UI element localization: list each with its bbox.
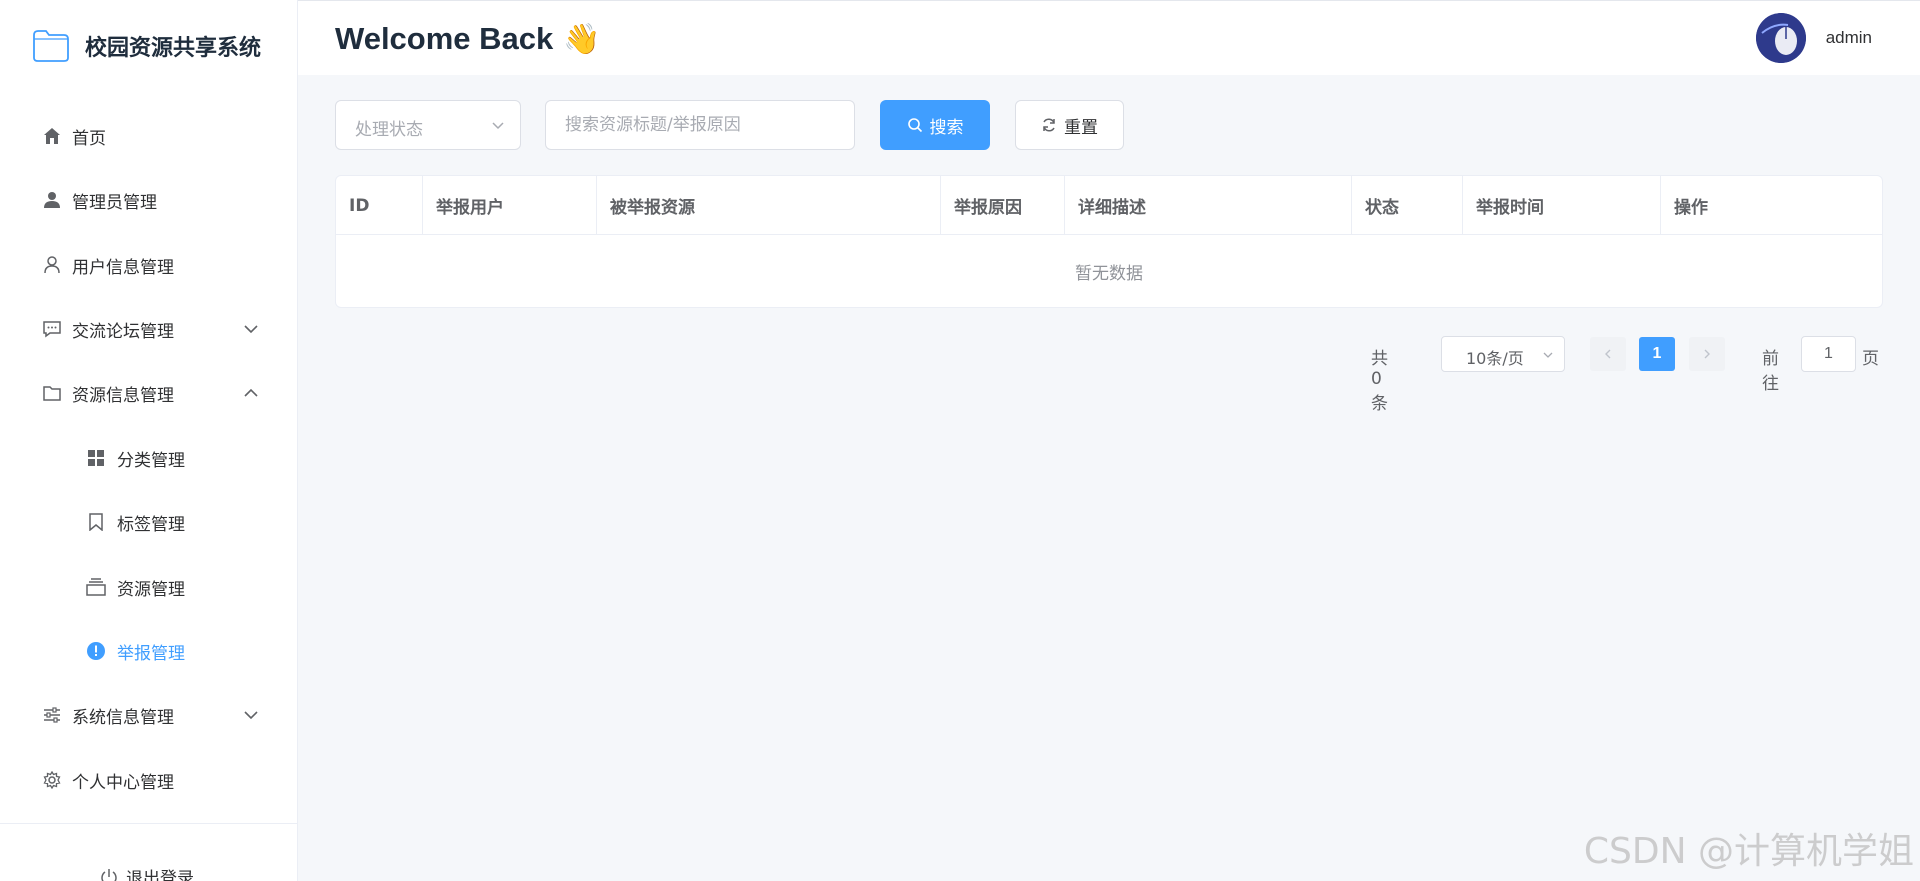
user-menu[interactable]: admin <box>1755 13 1872 63</box>
sidebar: 校园资源共享系统 首页 管理员管理 用户信息管理 交流论坛管理 资源信息管理 分… <box>0 0 298 881</box>
sidebar-item-label: 分类管理 <box>117 450 185 471</box>
sidebar-item-home[interactable]: 首页 <box>0 111 298 161</box>
logout-button[interactable]: 退出登录 <box>100 864 194 881</box>
sidebar-item-label: 管理员管理 <box>72 192 157 213</box>
search-button[interactable]: 搜索 <box>880 100 990 150</box>
page-size-select[interactable]: 10条/页 <box>1441 336 1565 372</box>
column-header-status: 状态 <box>1352 176 1463 235</box>
sidebar-item-admin[interactable]: 管理员管理 <box>0 175 298 225</box>
gear-icon <box>42 770 62 790</box>
search-button-label: 搜索 <box>929 117 964 138</box>
column-header-reason: 举报原因 <box>941 176 1065 235</box>
search-input[interactable] <box>545 100 855 150</box>
brand: 校园资源共享系统 <box>32 26 261 66</box>
next-page-button[interactable] <box>1689 337 1725 371</box>
chevron-right-icon <box>1704 349 1710 359</box>
prev-page-button[interactable] <box>1590 337 1626 371</box>
sidebar-item-resource-manage[interactable]: 资源管理 <box>0 562 298 612</box>
page-size-value: 10条/页 <box>1466 349 1524 368</box>
sidebar-item-resources[interactable]: 资源信息管理 <box>0 368 298 418</box>
folder-logo-icon <box>33 30 69 62</box>
chevron-down-icon <box>244 711 258 720</box>
chevron-down-icon <box>1543 352 1553 358</box>
logout-label: 退出登录 <box>126 869 194 881</box>
sidebar-item-label: 资源信息管理 <box>72 385 174 406</box>
column-header-reporter: 举报用户 <box>423 176 597 235</box>
folder-icon <box>42 383 62 403</box>
avatar[interactable] <box>1755 13 1806 63</box>
warning-icon <box>86 641 106 661</box>
reports-table: ID 举报用户 被举报资源 举报原因 详细描述 状态 举报时间 操作 暂无数据 <box>335 175 1883 308</box>
status-select-placeholder: 处理状态 <box>355 120 423 140</box>
user-icon <box>42 255 62 275</box>
sidebar-item-label: 个人中心管理 <box>72 772 174 793</box>
column-header-actions: 操作 <box>1674 198 1708 218</box>
sliders-icon <box>42 705 62 725</box>
goto-page-input[interactable] <box>1801 336 1856 372</box>
chat-icon <box>42 319 62 339</box>
table-header: ID 举报用户 被举报资源 举报原因 详细描述 状态 举报时间 操作 <box>336 176 1882 235</box>
sidebar-item-label: 系统信息管理 <box>72 707 174 728</box>
page-title: Welcome Back 👋 <box>335 21 601 57</box>
header: Welcome Back 👋 admin <box>298 0 1920 75</box>
sidebar-item-reports[interactable]: 举报管理 <box>0 626 298 676</box>
column-header-description: 详细描述 <box>1065 176 1352 235</box>
user-filled-icon <box>42 190 62 210</box>
sidebar-footer: 退出登录 <box>0 823 298 881</box>
column-header-time: 举报时间 <box>1463 176 1661 235</box>
sidebar-item-label: 首页 <box>72 128 106 149</box>
home-icon <box>42 126 62 146</box>
column-header-resource: 被举报资源 <box>597 176 941 235</box>
welcome-text: Welcome Back <box>335 21 554 56</box>
chevron-left-icon <box>1605 349 1611 359</box>
sidebar-item-profile[interactable]: 个人中心管理 <box>0 755 298 805</box>
search-icon <box>907 118 922 133</box>
sidebar-item-users[interactable]: 用户信息管理 <box>0 240 298 290</box>
page-suffix: 页 <box>1862 349 1879 369</box>
chevron-down-icon <box>492 122 504 130</box>
sidebar-item-label: 资源管理 <box>117 579 185 600</box>
power-icon <box>101 868 117 881</box>
sidebar-item-system[interactable]: 系统信息管理 <box>0 690 298 740</box>
sidebar-item-forum[interactable]: 交流论坛管理 <box>0 304 298 354</box>
table-empty-text: 暂无数据 <box>1075 264 1143 284</box>
sidebar-item-label: 用户信息管理 <box>72 257 174 278</box>
column-header-id: ID <box>336 176 423 235</box>
sidebar-item-tags[interactable]: 标签管理 <box>0 497 298 547</box>
username: admin <box>1825 28 1872 47</box>
chevron-down-icon <box>244 325 258 334</box>
goto-label: 前往 <box>1762 349 1779 394</box>
reset-button-label: 重置 <box>1064 117 1098 138</box>
grid-icon <box>86 448 106 468</box>
status-select[interactable]: 处理状态 <box>335 100 521 150</box>
reset-button[interactable]: 重置 <box>1015 100 1124 150</box>
sidebar-item-label: 举报管理 <box>117 643 185 664</box>
chevron-up-icon <box>244 388 258 397</box>
waving-hand-icon: 👋 <box>563 22 601 56</box>
watermark: CSDN @计算机学姐 <box>1583 831 1914 872</box>
brand-title: 校园资源共享系统 <box>85 36 262 61</box>
refresh-icon <box>1043 118 1055 132</box>
sidebar-item-label: 交流论坛管理 <box>72 321 174 342</box>
bookmark-icon <box>86 512 106 532</box>
pagination-total: 共 0 条 <box>1371 349 1388 414</box>
box-icon <box>86 577 106 597</box>
page-number-button[interactable]: 1 <box>1639 337 1675 371</box>
sidebar-item-label: 标签管理 <box>117 514 185 535</box>
sidebar-item-category[interactable]: 分类管理 <box>0 433 298 483</box>
